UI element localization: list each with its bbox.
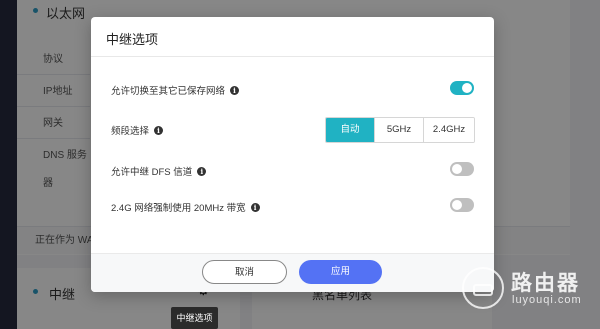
force-20mhz-toggle[interactable] xyxy=(450,198,474,212)
band-option-5ghz[interactable]: 5GHz xyxy=(374,118,423,142)
dialog-footer xyxy=(91,253,494,292)
info-circle-icon[interactable]: i xyxy=(230,85,240,95)
router-logo-inner xyxy=(473,284,493,296)
row-label-text: 2.4G 网络强制使用 20MHz 带宽 xyxy=(111,203,246,214)
allow-switch-network-toggle[interactable] xyxy=(450,81,474,95)
allow-switch-network-label: 允许切换至其它已保存网络 i xyxy=(111,83,240,97)
watermark-subtitle: luyouqi.com xyxy=(512,294,582,306)
band-segmented-control: 自动 5GHz 2.4GHz xyxy=(325,117,475,143)
router-logo-icon xyxy=(462,267,504,309)
row-label-text: 允许切换至其它已保存网络 xyxy=(111,86,226,97)
watermark-title: 路由器 xyxy=(511,272,580,295)
relay-options-tooltip: 中继选项 xyxy=(171,307,218,329)
row-label-text: 频段选择 xyxy=(111,126,150,137)
band-option-2-4ghz[interactable]: 2.4GHz xyxy=(423,118,474,142)
allow-dfs-label: 允许中继 DFS 信道 i xyxy=(111,164,207,178)
row-label-text: 允许中继 DFS 信道 xyxy=(111,167,193,178)
relay-options-dialog: 中继选项 允许切换至其它已保存网络 i 频段选择 i 自动 5GHz 2.4GH… xyxy=(91,17,494,292)
cancel-button[interactable]: 取消 xyxy=(202,260,287,284)
watermark: 路由器 luyouqi.com xyxy=(462,267,596,312)
apply-button[interactable]: 应用 xyxy=(299,260,382,284)
force-20mhz-label: 2.4G 网络强制使用 20MHz 带宽 i xyxy=(111,200,260,214)
toggle-knob xyxy=(452,200,462,210)
toggle-knob xyxy=(462,83,472,93)
allow-dfs-toggle[interactable] xyxy=(450,162,474,176)
info-circle-icon[interactable]: i xyxy=(197,166,207,176)
info-circle-icon[interactable]: i xyxy=(154,125,164,135)
band-select-label: 频段选择 i xyxy=(111,123,164,137)
dialog-title: 中继选项 xyxy=(106,32,159,47)
band-option-auto[interactable]: 自动 xyxy=(326,118,374,142)
toggle-knob xyxy=(452,164,462,174)
info-circle-icon[interactable]: i xyxy=(250,202,260,212)
